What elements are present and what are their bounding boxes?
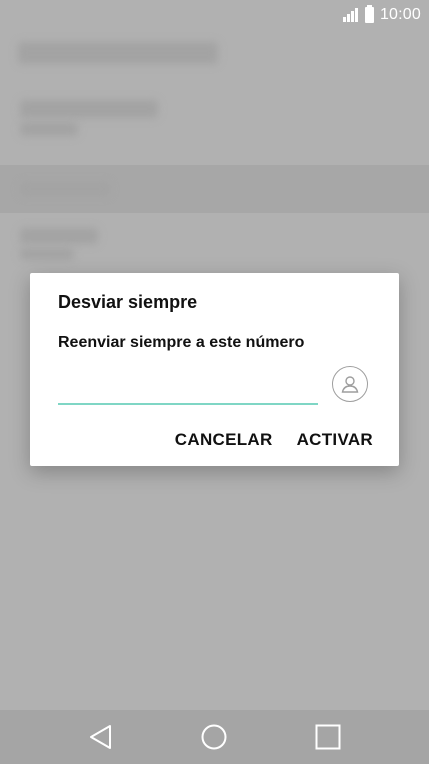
background-app-title-blur — [18, 42, 218, 64]
dialog-subtitle: Reenviar siempre a este número — [58, 334, 305, 351]
contact-picker-button[interactable] — [332, 366, 368, 402]
dialog-title: Desviar siempre — [58, 292, 198, 312]
background-item2-blur — [20, 228, 98, 244]
recents-button[interactable] — [315, 724, 341, 750]
activate-button[interactable]: ACTIVAR — [297, 430, 373, 450]
cancel-button[interactable]: CANCELAR — [175, 430, 273, 450]
battery-icon — [364, 5, 374, 23]
background-section-blur — [20, 182, 110, 196]
back-icon — [90, 725, 111, 749]
call-forward-dialog: Desviar siempre Reenviar siempre a este … — [30, 273, 399, 466]
dialog-actions: CANCELAR ACTIVAR — [175, 430, 373, 450]
contact-icon — [341, 376, 359, 393]
signal-icon — [342, 8, 359, 22]
status-bar: 10:00 — [0, 0, 429, 30]
forward-number-input[interactable] — [58, 371, 318, 405]
background-item2-sub-blur — [20, 248, 74, 260]
home-icon — [201, 724, 227, 750]
navigation-bar — [0, 710, 429, 764]
background-item-blur — [20, 100, 158, 118]
home-button[interactable] — [201, 724, 227, 750]
status-time: 10:00 — [379, 6, 421, 23]
background-item-sub-blur — [20, 122, 78, 136]
back-button[interactable] — [88, 724, 114, 750]
recents-icon — [315, 724, 341, 750]
